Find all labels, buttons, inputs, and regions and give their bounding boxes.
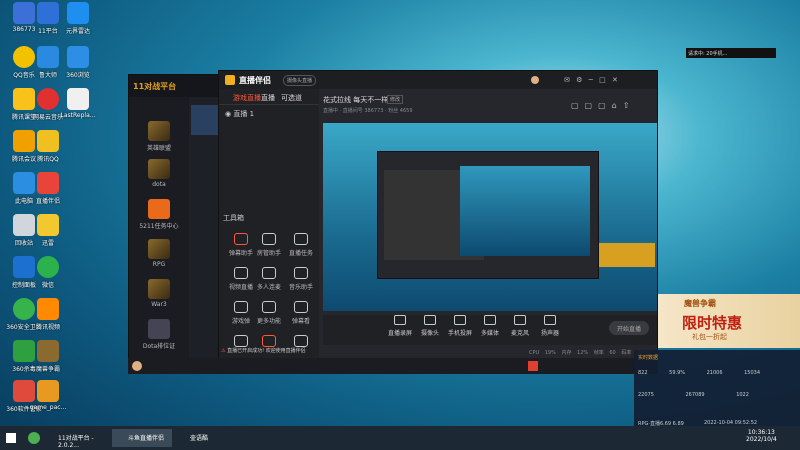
browser-icon <box>67 46 89 68</box>
speaker-button[interactable]: 扬声器 <box>535 315 565 337</box>
desktop-icon[interactable]: LastRepla... <box>56 88 100 134</box>
tab-camera[interactable]: 摄像头直播 <box>283 75 317 86</box>
stream-title: 花式拉线 每天不一样 <box>323 96 389 104</box>
app-icon <box>37 380 59 402</box>
app-title: 直播伴侣 <box>239 76 271 85</box>
warning-icon: ⚠ <box>221 348 226 354</box>
status-bar: CPU 19% 内存 12% 帧率 60 码率 2500 <box>529 350 650 356</box>
wechat-icon <box>37 256 59 278</box>
minimize-icon[interactable]: ─ <box>589 76 593 84</box>
game-icon <box>148 319 170 339</box>
stats-panel: 实时数据 822 59.9% 21006 15034 22075 267089 … <box>634 350 800 432</box>
message-icon[interactable]: ✉ <box>564 76 570 84</box>
desktop-icon[interactable]: 元界雷达 <box>56 2 100 48</box>
game-item[interactable]: War3 <box>129 279 189 308</box>
app-icon <box>37 214 59 236</box>
ad-sub: 礼包一折起 <box>692 333 727 341</box>
game-item[interactable]: 5211任务中心 <box>129 199 189 230</box>
eye-icon: ◉ <box>225 110 232 118</box>
logo-icon <box>225 75 235 85</box>
left-tabs: 游戏直播 直播 可选道 <box>219 89 319 105</box>
taskbar-item[interactable]: 斗鱼直播伴侣 <box>112 429 172 447</box>
file-icon <box>67 88 89 110</box>
tool-music[interactable]: 音乐助手 <box>279 267 323 291</box>
stream-meta: 直播中 · 直播间号 386773 · 粉丝 4659 <box>323 108 413 114</box>
titlebar: 直播伴侣 摄像头直播 ✉ ⚙ ─ □ ✕ <box>219 71 657 89</box>
zhibo-window[interactable]: 直播伴侣 摄像头直播 ✉ ⚙ ─ □ ✕ 游戏直播 直播 可选道 ◉ 直播 1 … <box>218 70 658 367</box>
ad-banner[interactable]: 魔兽争霸 限时特惠 礼包一折起 <box>658 294 800 348</box>
tab-game[interactable]: 游戏直播 <box>233 93 261 103</box>
media-button[interactable]: 多媒体 <box>475 315 505 337</box>
app-icon[interactable] <box>28 432 40 444</box>
app-icon <box>37 340 59 362</box>
taskbar-item[interactable]: 11对战平台 - 2.0.2... <box>42 429 112 449</box>
game-item[interactable]: dota <box>129 159 189 188</box>
maximize-icon[interactable]: □ <box>599 76 606 84</box>
stats-row1: 822 59.9% 21006 15034 <box>638 370 761 376</box>
ad-brand: 魔兽争霸 <box>684 299 716 308</box>
desktop-icon[interactable]: 直播伴侣 <box>26 172 70 218</box>
tab-channel[interactable]: 可选道 <box>281 93 302 103</box>
start-icon[interactable] <box>6 433 16 443</box>
left-panel: 游戏直播 直播 可选道 ◉ 直播 1 工具箱 弹幕助手 房管助手 直播任务 视频… <box>219 89 319 367</box>
edit-title-button[interactable]: 修改 <box>387 95 404 104</box>
app-icon <box>67 2 89 24</box>
game-icon <box>148 239 170 259</box>
game-item[interactable]: 英雄联盟 <box>129 121 189 152</box>
avatar[interactable] <box>132 361 142 371</box>
game-icon <box>148 199 170 219</box>
game-icon <box>148 159 170 179</box>
go-live-button[interactable]: 开始直播 <box>609 321 649 335</box>
bottom-strip <box>128 358 658 374</box>
nested-screen <box>460 166 590 256</box>
preview-area[interactable] <box>323 123 657 311</box>
tool-task[interactable]: 直播任务 <box>279 233 323 257</box>
record-screen-button[interactable]: 直播录屏 <box>385 315 415 337</box>
game-icon <box>148 279 170 299</box>
desktop-icon[interactable]: 腾讯视频 <box>26 298 70 344</box>
desktop-icon[interactable]: 360浏览 <box>56 46 100 92</box>
header-icons[interactable]: ▢▢▢⌂⇧ <box>571 101 635 110</box>
desktop-icon[interactable]: 迅雷 <box>26 214 70 260</box>
platform11-logo: 11对战平台 <box>129 75 227 97</box>
ad-headline: 限时特惠 <box>682 314 743 332</box>
clock[interactable]: 10:36:13 2022/10/4 <box>746 429 777 443</box>
tab-live[interactable]: 直播 <box>261 93 275 103</box>
phone-cast-button[interactable]: 手机投屏 <box>445 315 475 337</box>
taskbar-item[interactable]: 壶语酷 <box>174 429 224 447</box>
desktop-icon[interactable]: 腾讯QQ <box>26 130 70 176</box>
desktop-icon[interactable]: 微信 <box>26 256 70 302</box>
platform11-window[interactable]: 11对战平台 英雄联盟 dota 5211任务中心 RPG War3 Dota排… <box>128 74 228 365</box>
avatar[interactable] <box>531 76 539 84</box>
game-item[interactable]: RPG <box>129 239 189 268</box>
window-controls: ✉ ⚙ ─ □ ✕ <box>564 76 618 84</box>
platform11-sidebar: 英雄联盟 dota 5211任务中心 RPG War3 Dota排位证 <box>129 97 189 365</box>
nested-preview <box>377 151 599 279</box>
stats-title: 实时数据 <box>638 355 659 361</box>
gear-icon[interactable]: ⚙ <box>576 76 582 84</box>
app-icon <box>37 298 59 320</box>
notify-chip: 请求中: 20手机... <box>686 48 776 58</box>
game-item[interactable]: Dota排位证 <box>129 319 189 350</box>
control-bar: 直播录屏 摄像头 手机投屏 多媒体 麦克风 扬声器 开始直播 <box>323 315 657 345</box>
warning-icon <box>528 361 538 371</box>
mic-button[interactable]: 麦克风 <box>505 315 535 337</box>
game-icon <box>148 121 170 141</box>
app-icon <box>37 172 59 194</box>
tool-view[interactable]: 弹幕看 <box>279 301 323 325</box>
desktop-icon[interactable]: game_pac... <box>26 380 70 426</box>
camera-button[interactable]: 摄像头 <box>415 315 445 337</box>
close-icon[interactable]: ✕ <box>612 76 618 84</box>
nested-ad <box>599 243 655 267</box>
taskbar: 11对战平台 - 2.0.2... 斗鱼直播伴侣 壶语酷 10:36:13 202… <box>0 426 800 450</box>
stats-row2: 22075 267089 1022 <box>638 392 749 398</box>
toolbox-label: 工具箱 <box>223 214 244 222</box>
scene-item[interactable]: ◉ 直播 1 <box>225 109 254 119</box>
